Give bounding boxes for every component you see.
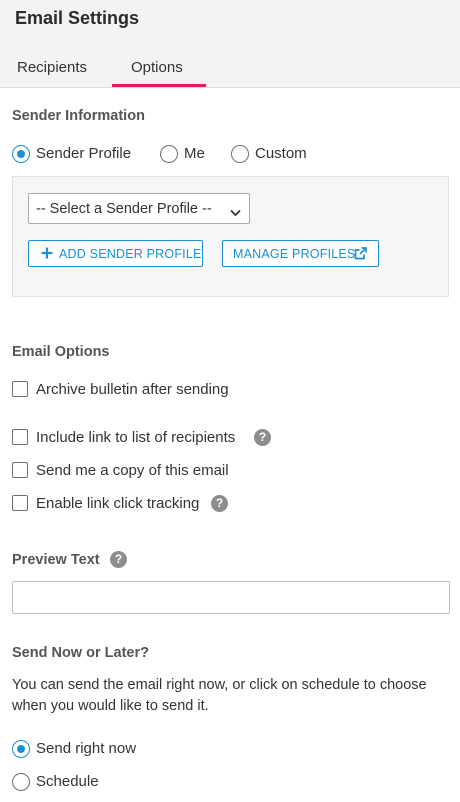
custom-radio[interactable] <box>231 145 249 163</box>
tab-options[interactable]: Options <box>131 59 183 76</box>
page-title: Email Settings <box>15 8 140 28</box>
add-sender-profile-label: ADD SENDER PROFILE <box>59 247 202 261</box>
preview-text-input[interactable] <box>12 581 450 614</box>
header: Email Settings Recipients Options <box>0 0 460 88</box>
send-copy-label: Send me a copy of this email <box>36 462 229 479</box>
archive-bulletin-label: Archive bulletin after sending <box>36 381 229 398</box>
sender-profile-select[interactable]: -- Select a Sender Profile -- <box>28 193 250 224</box>
sender-profile-label: Sender Profile <box>36 145 132 162</box>
send-right-now-label: Send right now <box>36 740 137 757</box>
me-label: Me <box>184 145 205 162</box>
plus-icon <box>41 247 53 262</box>
manage-profiles-label: MANAGE PROFILES <box>233 247 356 261</box>
link-click-tracking-checkbox[interactable] <box>12 495 28 511</box>
help-icon[interactable]: ? <box>211 495 228 512</box>
active-tab-indicator <box>112 84 206 87</box>
preview-text-title: Preview Text <box>12 552 100 568</box>
send-copy-checkbox[interactable] <box>12 462 28 478</box>
sender-profile-radio[interactable] <box>12 145 30 163</box>
manage-profiles-button[interactable]: MANAGE PROFILES <box>222 240 379 267</box>
send-timing-description: You can send the email right now, or cli… <box>12 677 427 714</box>
tab-recipients[interactable]: Recipients <box>17 59 87 76</box>
help-icon[interactable]: ? <box>110 551 127 568</box>
help-icon[interactable]: ? <box>254 429 271 446</box>
custom-label: Custom <box>255 145 307 162</box>
archive-bulletin-checkbox[interactable] <box>12 381 28 397</box>
include-recipients-link-checkbox[interactable] <box>12 429 28 445</box>
send-right-now-radio[interactable] <box>12 740 30 758</box>
me-radio[interactable] <box>160 145 178 163</box>
schedule-radio[interactable] <box>12 773 30 791</box>
sender-profile-select-value: -- Select a Sender Profile -- <box>36 201 212 217</box>
send-timing-title: Send Now or Later? <box>12 645 149 661</box>
link-click-tracking-label: Enable link click tracking <box>36 495 200 512</box>
include-recipients-link-label: Include link to list of recipients <box>36 429 236 446</box>
sender-information-title: Sender Information <box>12 108 145 124</box>
external-link-icon <box>354 247 367 263</box>
email-options-title: Email Options <box>12 344 110 360</box>
schedule-label: Schedule <box>36 773 99 790</box>
chevron-down-icon <box>230 204 241 222</box>
add-sender-profile-button[interactable]: ADD SENDER PROFILE <box>28 240 203 267</box>
